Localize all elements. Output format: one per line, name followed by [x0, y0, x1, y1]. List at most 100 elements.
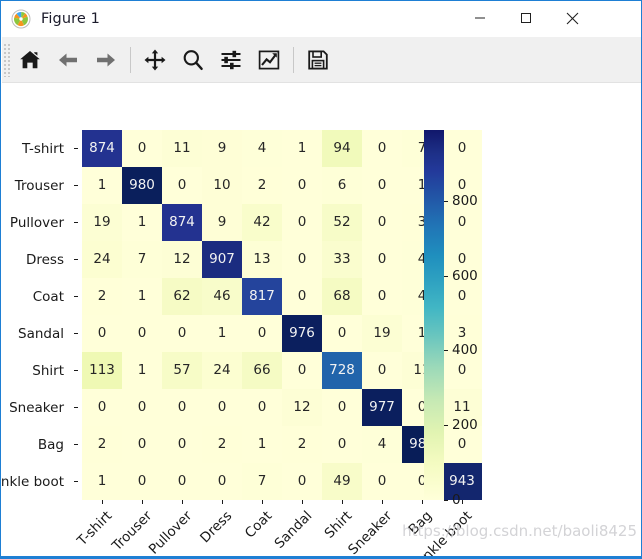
matrix-cell: 0 [122, 389, 162, 426]
matrix-cell: 0 [362, 278, 402, 315]
matrix-cell: 13 [242, 241, 282, 278]
edit-curve-icon[interactable] [252, 43, 286, 77]
matrix-cell: 0 [442, 130, 482, 167]
matrix-cell: 52 [322, 204, 362, 241]
matrix-cell: 817 [242, 278, 282, 315]
x-axis-tick [182, 500, 183, 504]
y-tick-label: Sandal [18, 325, 64, 342]
y-tick-label: Shirt [32, 362, 64, 379]
minimize-button[interactable] [457, 1, 503, 35]
pan-move-icon[interactable] [138, 43, 172, 77]
back-arrow-icon[interactable] [51, 43, 85, 77]
matrix-cell: 7 [242, 463, 282, 500]
save-floppy-icon[interactable] [301, 43, 335, 77]
matrix-cell: 113 [82, 352, 122, 389]
y-axis-tick [74, 259, 78, 260]
toolbar-drag-handle[interactable] [3, 42, 11, 77]
x-axis-tick [142, 500, 143, 504]
matrix-cell: 12 [162, 241, 202, 278]
matrix-cell: 2 [242, 167, 282, 204]
zoom-magnifier-icon[interactable] [176, 43, 210, 77]
matrix-cell: 24 [202, 352, 242, 389]
confusion-matrix-heatmap: 874 0 11 9 4 1 94 0 7 0 1 980 0 10 2 0 6 0 1 0 19 1 874 9 42 0 52 0… [82, 130, 482, 500]
matrix-cell: 0 [162, 167, 202, 204]
navigation-toolbar [2, 37, 641, 83]
colorbar-tick-label: 800 [452, 192, 478, 209]
matrix-cell: 0 [362, 167, 402, 204]
colorbar-tick [444, 425, 448, 427]
subplot-sliders-icon[interactable] [214, 43, 248, 77]
matrix-cell: 0 [122, 315, 162, 352]
matrix-cell: 0 [242, 389, 282, 426]
matrix-cell: 976 [282, 315, 322, 352]
y-tick-label: T-shirt [21, 140, 64, 157]
close-button[interactable] [549, 1, 595, 35]
matrix-cell: 907 [202, 241, 242, 278]
toolbar-separator-2 [293, 46, 294, 73]
matrix-cell: 6 [322, 167, 362, 204]
y-tick-label: Trouser [14, 177, 64, 194]
x-tick-label: Pullover [145, 508, 196, 558]
x-axis-tick [422, 500, 423, 504]
window-bottom-border [1, 556, 641, 558]
matrix-cell: 4 [242, 130, 282, 167]
matrix-cell: 874 [162, 204, 202, 241]
matrix-cell: 0 [282, 241, 322, 278]
matrix-cell: 9 [202, 130, 242, 167]
colorbar-tick-label: 200 [452, 417, 478, 434]
home-icon[interactable] [13, 43, 47, 77]
matrix-cell: 11 [162, 130, 202, 167]
matrix-cell: 0 [282, 352, 322, 389]
matrix-cell: 0 [122, 130, 162, 167]
matrix-cell: 0 [202, 463, 242, 500]
maximize-button[interactable] [503, 1, 549, 35]
matrix-cell: 94 [322, 130, 362, 167]
matrix-cell: 62 [162, 278, 202, 315]
colorbar-tick [444, 200, 448, 202]
matrix-cell: 68 [322, 278, 362, 315]
figure-canvas[interactable]: T-shirt Trouser Pullover Dress Coat Sandal Shi… [2, 84, 641, 558]
matrix-cell: 977 [362, 389, 402, 426]
y-axis-tick [74, 444, 78, 445]
x-axis-tick [102, 500, 103, 504]
colorbar-gradient [424, 130, 444, 500]
matrix-cell: 0 [162, 315, 202, 352]
matrix-cell: 10 [202, 167, 242, 204]
matrix-cell: 874 [82, 130, 122, 167]
toolbar-separator-1 [130, 46, 131, 73]
y-tick-label: Bag [37, 436, 64, 453]
matrix-cell: 1 [242, 426, 282, 463]
x-tick-label: Coat [241, 508, 276, 542]
matrix-cell: 19 [362, 315, 402, 352]
x-axis-tick [462, 500, 463, 504]
matrix-cell: 0 [362, 204, 402, 241]
matrix-cell: 66 [242, 352, 282, 389]
colorbar-tick-label: 0 [452, 492, 461, 508]
matplotlib-logo-icon [11, 9, 31, 29]
colorbar-tick [444, 500, 448, 501]
x-axis-tick [302, 500, 303, 504]
forward-arrow-icon[interactable] [89, 43, 123, 77]
matrix-cell: 0 [282, 278, 322, 315]
matrix-cell: 0 [82, 315, 122, 352]
matrix-cell: 1 [282, 130, 322, 167]
x-axis-tick [262, 500, 263, 504]
matrix-cell: 0 [122, 426, 162, 463]
matrix-cell: 0 [442, 278, 482, 315]
matrix-cell: 0 [162, 426, 202, 463]
matrix-cell: 7 [122, 241, 162, 278]
y-tick-label: Pullover [9, 214, 64, 231]
matrix-cell: 1 [122, 204, 162, 241]
matrix-cell: 1 [122, 352, 162, 389]
y-tick-label: Sneaker [9, 399, 64, 416]
matrix-cell: 0 [162, 389, 202, 426]
matrix-cell: 0 [242, 315, 282, 352]
matrix-cell: 12 [282, 389, 322, 426]
matrix-cell: 2 [82, 426, 122, 463]
matrix-cell: 0 [82, 389, 122, 426]
y-axis-tick [74, 407, 78, 408]
matrix-cell: 0 [362, 130, 402, 167]
matrix-cell: 2 [202, 426, 242, 463]
y-tick-label: Coat [32, 288, 64, 305]
y-axis-tick [74, 148, 78, 149]
